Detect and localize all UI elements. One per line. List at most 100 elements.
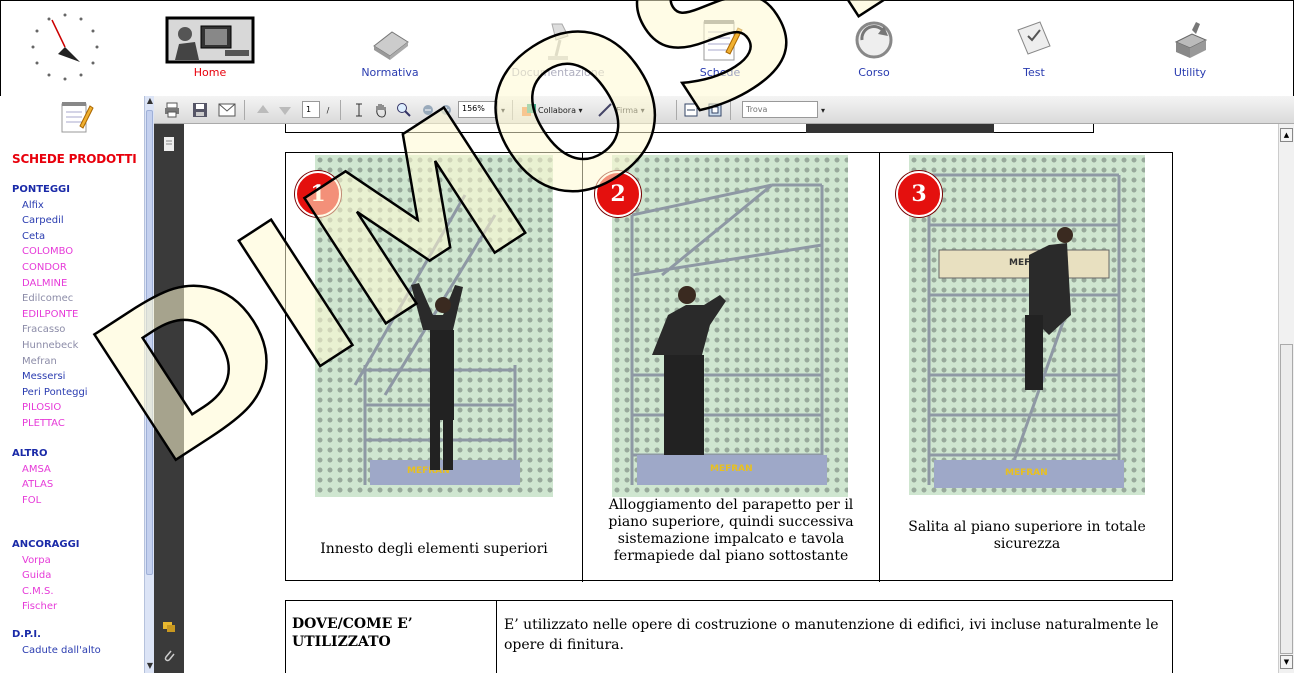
nav-normativa-label: Normativa — [361, 66, 419, 79]
nav-documentazione-label: Documentazione — [511, 66, 605, 79]
sidebar-item[interactable]: CONDOR — [12, 260, 88, 276]
group-heading: PONTEGGI — [12, 184, 70, 195]
step-caption-3: Salita al piano superiore in totale sicu… — [908, 519, 1146, 552]
chevron-down-icon[interactable]: ▾ — [498, 100, 508, 120]
group-items: AMSA ATLAS FOL — [12, 462, 53, 509]
nav-corso[interactable]: Corso — [814, 16, 934, 86]
email-button[interactable] — [216, 100, 238, 120]
nav-test[interactable]: Test — [974, 16, 1094, 86]
sidebar-item[interactable]: ATLAS — [12, 477, 53, 493]
sidebar-item[interactable]: AMSA — [12, 462, 53, 478]
nav-schede-label: Schede — [699, 66, 741, 79]
group-heading: ALTRO — [12, 448, 48, 459]
sidebar-item[interactable]: Edilcomec — [12, 291, 88, 307]
scroll-down-icon[interactable]: ▼ — [1280, 655, 1293, 669]
scaffold-figure: MEFRAN MEFRAN — [927, 173, 1124, 488]
sidebar: SCHEDE PRODOTTI PONTEGGI Alfix Carpedil Ce… — [0, 96, 144, 673]
pdf-toolbar: / 156% ▾ Collabora ▾ Firma ▾ ▾ — [154, 96, 1294, 124]
sidebar-item[interactable]: Ceta — [12, 229, 88, 245]
sidebar-item[interactable]: Hunnebeck — [12, 338, 88, 354]
step-caption-2: Alloggiamento del parapetto per il piano… — [608, 497, 854, 564]
pdf-navigation-rail — [154, 124, 184, 673]
scrollbar-thumb[interactable] — [1280, 344, 1293, 654]
fit-width-icon — [684, 103, 698, 117]
save-button[interactable] — [190, 100, 210, 120]
notepad-pencil-icon — [703, 20, 743, 61]
group-dpi: D.P.I. Cadute dall'alto — [12, 627, 101, 658]
nav-home-label: Home — [193, 66, 227, 79]
usage-table: DOVE/COME E’ UTILIZZATO E’ utilizzato ne… — [285, 600, 1173, 673]
sidebar-scrollbar[interactable]: ▲ ▼ — [144, 96, 154, 673]
fullscreen-button[interactable] — [706, 100, 724, 120]
hand-icon — [376, 104, 386, 118]
step-badge-2: 2 — [595, 171, 641, 217]
zoom-tool-button[interactable] — [394, 100, 414, 120]
sidebar-item[interactable]: Alfix — [12, 198, 88, 214]
collabora-button[interactable]: Collabora ▾ — [538, 100, 588, 120]
steps-table: MEFRAN 1 Innesto degli elementi superior… — [285, 152, 1174, 582]
step-badge-1: 1 — [295, 171, 341, 217]
page-number-input[interactable] — [302, 101, 320, 118]
sidebar-item[interactable]: Guida — [12, 568, 80, 584]
select-tool-button[interactable] — [350, 100, 368, 120]
scroll-up-icon[interactable]: ▲ — [1280, 128, 1293, 142]
sidebar-item[interactable]: Carpedil — [12, 213, 88, 229]
refresh-circle-icon — [855, 21, 893, 59]
sidebar-item[interactable]: COLOMBO — [12, 244, 88, 260]
group-items: Vorpa Guida C.M.S. Fischer — [12, 553, 80, 615]
group-altro: ALTRO AMSA ATLAS FOL — [12, 446, 53, 508]
usage-text: E’ utilizzato nelle opere di costruzione… — [504, 617, 1159, 653]
zoom-out-button[interactable] — [420, 100, 436, 120]
firma-button[interactable]: Firma ▾ — [616, 100, 656, 120]
step-photo-3: MEFRAN MEFRAN — [909, 155, 1145, 495]
sidebar-item[interactable]: Fracasso — [12, 322, 88, 338]
step-caption-1: Innesto degli elementi superiori — [320, 541, 548, 557]
sidebar-item[interactable]: FOL — [12, 493, 53, 509]
sidebar-item[interactable]: Cadute dall'alto — [12, 643, 101, 659]
prev-page-button[interactable] — [254, 100, 272, 120]
print-button[interactable] — [162, 100, 182, 120]
step-cell-3: MEFRAN MEFRAN 3 Salita al piano superior… — [880, 153, 1174, 582]
sidebar-item[interactable]: Fischer — [12, 599, 80, 615]
nav-utility[interactable]: Utility — [1130, 16, 1250, 86]
group-ancoraggi: ANCORAGGI Vorpa Guida C.M.S. Fischer — [12, 537, 80, 615]
sidebar-item[interactable]: PILOSIO — [12, 400, 88, 416]
magnifier-icon — [397, 103, 411, 117]
group-heading: D.P.I. — [12, 629, 41, 640]
paperclip-icon[interactable] — [162, 648, 176, 664]
arrow-down-icon — [279, 107, 291, 115]
next-page-button[interactable] — [276, 100, 294, 120]
sidebar-item[interactable]: EDILPONTE — [12, 307, 88, 323]
group-items: Alfix Carpedil Ceta COLOMBO CONDOR DALMINE Edi… — [12, 198, 88, 432]
zoom-in-button[interactable] — [438, 100, 454, 120]
nav-schede[interactable]: Schede — [660, 16, 780, 86]
sidebar-item[interactable]: C.M.S. — [12, 584, 80, 600]
hand-tool-button[interactable] — [372, 100, 390, 120]
sidebar-item[interactable]: Vorpa — [12, 553, 80, 569]
home-computer-icon — [165, 16, 255, 64]
sidebar-item[interactable]: DALMINE — [12, 276, 88, 292]
sidebar-item[interactable]: Peri Ponteggi — [12, 385, 88, 401]
step-photo-2: MEFRAN — [612, 155, 848, 497]
sidebar-item[interactable]: Messersi — [12, 369, 88, 385]
nav-documentazione[interactable]: Documentazione — [498, 16, 618, 86]
comments-icon[interactable] — [162, 619, 176, 635]
pdf-scrollbar[interactable]: ▲ ▼ — [1278, 124, 1294, 673]
scrollbar-thumb[interactable] — [146, 110, 153, 575]
fit-width-button[interactable] — [682, 100, 700, 120]
search-dropdown-icon[interactable]: ▾ — [818, 100, 828, 120]
page-separator: / — [326, 105, 330, 115]
step-photo-1: MEFRAN — [315, 155, 553, 497]
sidebar-item[interactable]: PLETTAC — [12, 416, 88, 432]
pages-icon[interactable] — [162, 136, 176, 152]
group-heading: ANCORAGGI — [12, 539, 80, 550]
scaffold-figure: MEFRAN — [353, 194, 520, 485]
nav-normativa[interactable]: Normativa — [330, 16, 450, 86]
nav-corso-label: Corso — [858, 66, 890, 79]
floppy-icon — [193, 103, 207, 117]
zoom-select[interactable]: 156% — [458, 101, 498, 118]
clock-icon — [31, 13, 99, 81]
sidebar-item[interactable]: Mefran — [12, 354, 88, 370]
search-input[interactable] — [742, 101, 818, 118]
nav-home[interactable]: Home — [150, 16, 270, 86]
